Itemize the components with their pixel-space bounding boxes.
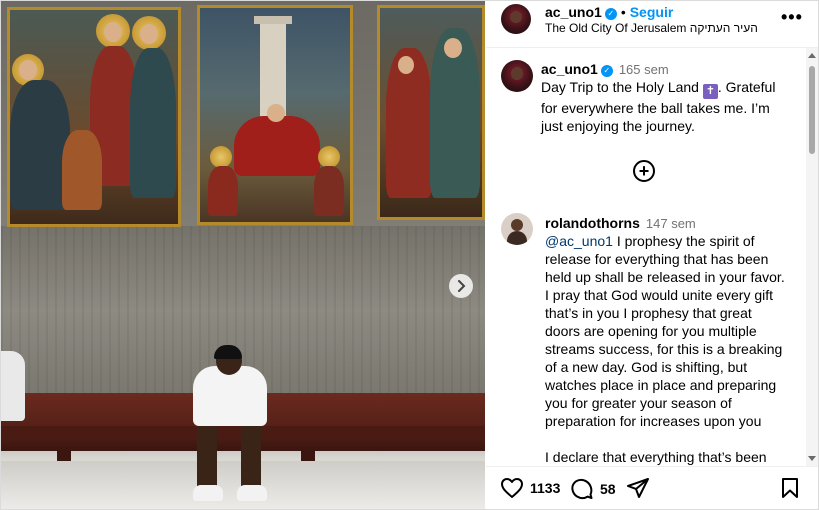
like-button[interactable]: 1133 — [500, 477, 560, 499]
person-shirt — [193, 366, 267, 426]
comment-username[interactable]: rolandothorns — [545, 215, 640, 231]
action-bar: 1133 58 — [486, 466, 818, 509]
follow-button[interactable]: Seguir — [630, 4, 674, 20]
person-leg — [241, 426, 261, 488]
like-count[interactable]: 1133 — [530, 480, 560, 496]
caption-avatar[interactable] — [501, 60, 533, 92]
caption-time[interactable]: 165 sem — [619, 62, 669, 77]
icon-painting-center — [197, 5, 353, 225]
comment-icon — [571, 478, 593, 500]
person-cap — [214, 345, 242, 359]
author-line: ac_uno1 ✓ • Seguir — [545, 4, 673, 20]
latin-cross-emoji: ✝ — [702, 84, 718, 99]
caption-text-start: Day Trip to the Holy Land — [541, 79, 703, 95]
location-link[interactable]: The Old City Of Jerusalem העיר העתיקה — [545, 21, 758, 35]
comment-button[interactable]: 58 — [570, 477, 616, 501]
comment-count[interactable]: 58 — [600, 481, 616, 497]
post-photo[interactable] — [1, 1, 485, 509]
post-side-panel: ac_uno1 ✓ • Seguir The Old City Of Jerusale… — [486, 1, 818, 509]
author-username[interactable]: ac_uno1 — [545, 4, 602, 20]
comment-header: rolandothorns 147 sem — [545, 215, 696, 231]
bookmark-icon — [782, 478, 798, 498]
more-options-icon[interactable]: ••• — [781, 7, 803, 28]
comment-mention[interactable]: @ac_uno1 — [545, 233, 613, 249]
person-leg — [197, 426, 217, 488]
comment-text: @ac_uno1 I prophesy the spirit of releas… — [545, 232, 790, 466]
icon-painting-right — [377, 5, 485, 220]
person-shoe — [237, 485, 267, 501]
commenter-avatar[interactable] — [501, 213, 533, 245]
caption-text: Day Trip to the Holy Land ✝. Grateful fo… — [541, 78, 786, 135]
save-button[interactable] — [780, 477, 800, 499]
post-header: ac_uno1 ✓ • Seguir The Old City Of Jerusale… — [486, 1, 818, 48]
share-icon — [627, 478, 649, 498]
icon-painting-left — [7, 7, 181, 227]
next-photo-button[interactable] — [449, 274, 473, 298]
caption-header: ac_uno1 ✓ 165 sem — [541, 61, 669, 77]
partial-person — [1, 351, 25, 421]
verified-badge-icon: ✓ — [604, 8, 617, 20]
person-shoe — [193, 485, 223, 501]
comments-scroll-area[interactable]: ac_uno1 ✓ 165 sem Day Trip to the Holy Lan… — [486, 48, 806, 466]
post-dialog: ac_uno1 ✓ • Seguir The Old City Of Jerusale… — [0, 0, 819, 510]
comment-body-continued: I declare that everything that’s been bl… — [545, 449, 767, 465]
scroll-up-arrow-icon[interactable] — [808, 53, 816, 58]
share-button[interactable] — [626, 477, 650, 499]
scrollbar[interactable] — [806, 48, 818, 466]
plus-circle-icon[interactable]: + — [633, 160, 655, 182]
verified-badge-icon: ✓ — [600, 65, 613, 77]
scroll-down-arrow-icon[interactable] — [808, 456, 816, 461]
comment-time[interactable]: 147 sem — [646, 216, 696, 231]
caption-username[interactable]: ac_uno1 — [541, 61, 598, 77]
scrollbar-thumb[interactable] — [809, 66, 815, 154]
separator-dot: • — [620, 4, 626, 20]
chevron-right-icon — [458, 280, 466, 292]
author-avatar[interactable] — [501, 4, 531, 34]
comment-body: I prophesy the spirit of release for eve… — [545, 233, 785, 429]
heart-icon — [501, 478, 523, 498]
